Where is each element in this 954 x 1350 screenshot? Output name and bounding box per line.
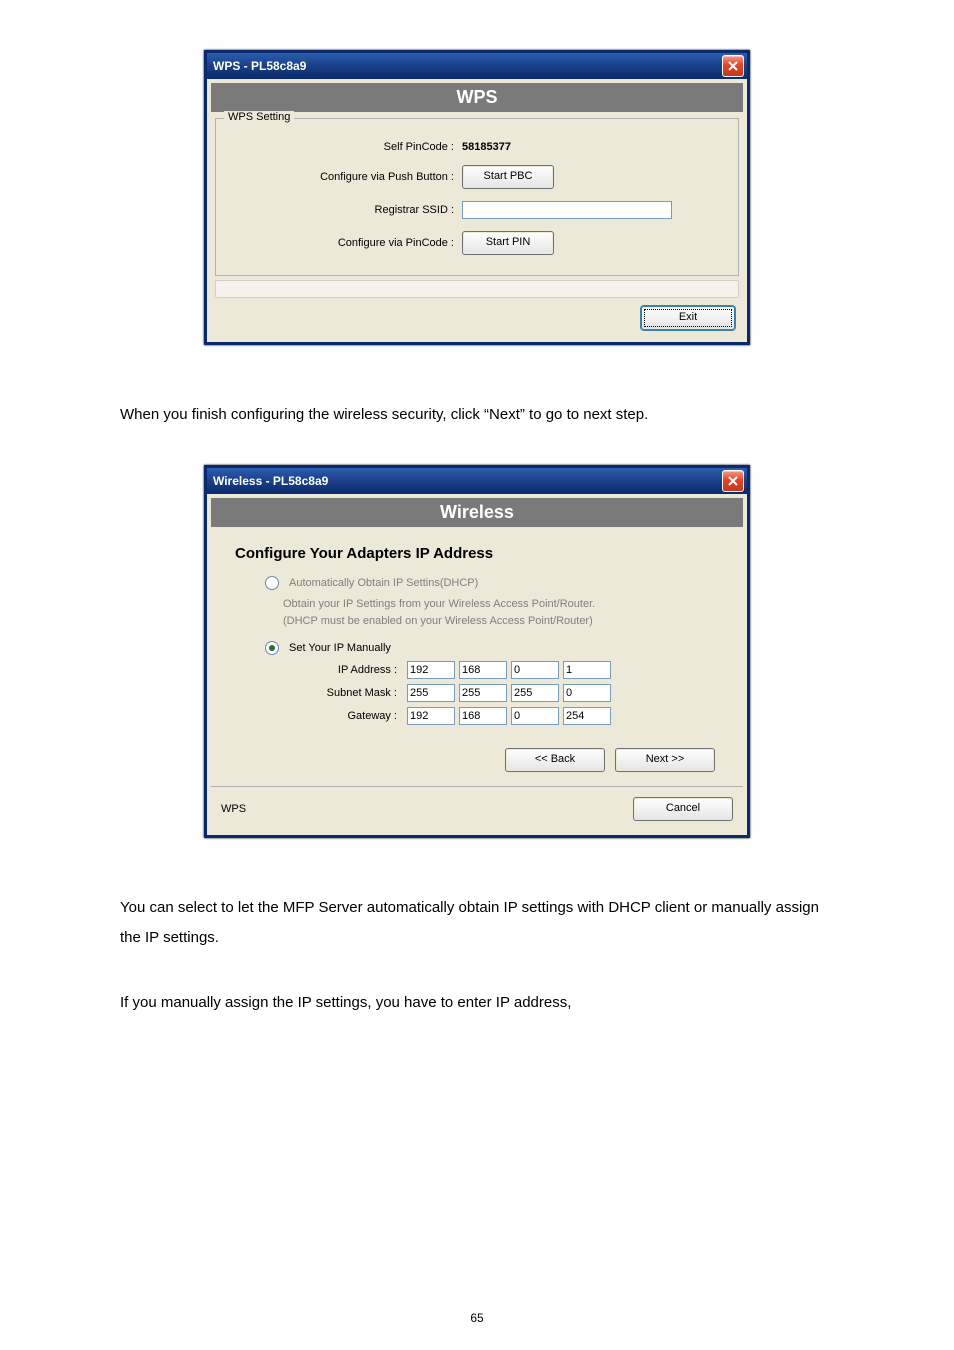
ip-c[interactable] — [511, 661, 559, 679]
next-button[interactable]: Next >> — [615, 748, 715, 772]
cancel-button[interactable]: Cancel — [633, 797, 733, 821]
wps-group-title: WPS Setting — [224, 111, 294, 123]
wps-section-bar: WPS — [211, 83, 743, 112]
close-icon[interactable] — [722, 55, 744, 77]
ip-address-label: IP Address : — [287, 664, 407, 676]
mask-c[interactable] — [511, 684, 559, 702]
mask-b[interactable] — [459, 684, 507, 702]
back-button[interactable]: << Back — [505, 748, 605, 772]
auto-obtain-radio-row[interactable]: Automatically Obtain IP Settins(DHCP) — [265, 576, 719, 590]
radio-icon — [265, 641, 279, 655]
wps-link-label[interactable]: WPS — [221, 803, 246, 815]
radio-icon — [265, 576, 279, 590]
body-text-2: You can select to let the MFP Server aut… — [120, 893, 834, 953]
self-pincode-label: Self PinCode : — [224, 141, 462, 153]
dhcp-helper-text: Obtain your IP Settings from your Wirele… — [283, 596, 719, 629]
registrar-ssid-input[interactable] — [462, 201, 672, 219]
wps-dialog: WPS - PL58c8a9 WPS WPS Setting Self PinC… — [204, 50, 750, 345]
ip-d[interactable] — [563, 661, 611, 679]
mask-a[interactable] — [407, 684, 455, 702]
gateway-label: Gateway : — [287, 710, 407, 722]
body-text-3: If you manually assign the IP settings, … — [120, 988, 834, 1018]
self-pincode-value: 58185377 — [462, 141, 511, 153]
gw-d[interactable] — [563, 707, 611, 725]
auto-obtain-label: Automatically Obtain IP Settins(DHCP) — [289, 577, 478, 589]
mask-d[interactable] — [563, 684, 611, 702]
exit-button[interactable]: Exit — [641, 306, 735, 330]
ip-a[interactable] — [407, 661, 455, 679]
gw-b[interactable] — [459, 707, 507, 725]
gw-c[interactable] — [511, 707, 559, 725]
status-gutter — [215, 280, 739, 298]
body-text-1: When you finish configuring the wireless… — [120, 400, 834, 430]
manual-radio-row[interactable]: Set Your IP Manually — [265, 641, 719, 655]
registrar-ssid-label: Registrar SSID : — [224, 204, 462, 216]
wireless-titlebar: Wireless - PL58c8a9 — [207, 468, 747, 494]
subnet-mask-label: Subnet Mask : — [287, 687, 407, 699]
manual-label: Set Your IP Manually — [289, 642, 391, 654]
start-pin-button[interactable]: Start PIN — [462, 231, 554, 255]
configure-pin-label: Configure via PinCode : — [224, 237, 462, 249]
wireless-dialog: Wireless - PL58c8a9 Wireless Configure Y… — [204, 465, 750, 838]
wireless-title: Wireless - PL58c8a9 — [213, 474, 328, 488]
close-icon[interactable] — [722, 470, 744, 492]
push-button-label: Configure via Push Button : — [224, 171, 462, 183]
ip-b[interactable] — [459, 661, 507, 679]
wps-setting-group: WPS Setting Self PinCode : 58185377 Conf… — [215, 118, 739, 276]
wps-title: WPS - PL58c8a9 — [213, 59, 306, 73]
wps-titlebar: WPS - PL58c8a9 — [207, 53, 747, 79]
start-pbc-button[interactable]: Start PBC — [462, 165, 554, 189]
page-number: 65 — [0, 1311, 954, 1325]
wireless-section-bar: Wireless — [211, 498, 743, 527]
gw-a[interactable] — [407, 707, 455, 725]
configure-heading: Configure Your Adapters IP Address — [235, 545, 719, 562]
